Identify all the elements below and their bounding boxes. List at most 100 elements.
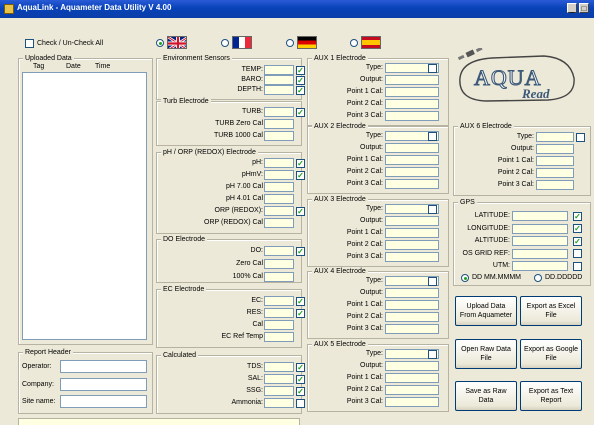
ph-electrode-ph-checkbox[interactable]: ✓ bbox=[296, 158, 305, 168]
gps-longitude-field[interactable] bbox=[512, 223, 568, 234]
turb-electrode-turb-1000-cal-field[interactable] bbox=[264, 131, 294, 141]
ph-electrode-phmv-checkbox[interactable]: ✓ bbox=[296, 170, 305, 180]
aux5-electrode-point-1-cal-field[interactable] bbox=[385, 373, 439, 383]
aux6-electrode-point-2-cal-field[interactable] bbox=[536, 168, 574, 178]
aux1-electrode-type-checkbox[interactable] bbox=[428, 63, 437, 73]
calculated-ammonia-field[interactable] bbox=[264, 398, 294, 408]
save-raw-data-button[interactable]: Save as Raw Data bbox=[455, 381, 517, 411]
minimize-button[interactable]: _ bbox=[567, 3, 577, 13]
do-electrode-do-label: DO: bbox=[250, 247, 263, 254]
ec-electrode-ec-ref-temp-field[interactable] bbox=[264, 332, 294, 342]
aux1-electrode-point-1-cal-field[interactable] bbox=[385, 87, 439, 97]
environment-sensors-temp-field[interactable] bbox=[264, 65, 294, 75]
aux3-electrode-point-1-cal-field[interactable] bbox=[385, 228, 439, 238]
upload-data-button[interactable]: Upload Data From Aquameter bbox=[455, 296, 517, 326]
gps-format-dmm-radio[interactable] bbox=[461, 274, 469, 282]
aux2-electrode-type-checkbox[interactable] bbox=[428, 131, 437, 141]
aux6-electrode-point-1-cal-field[interactable] bbox=[536, 156, 574, 166]
aux4-electrode-title: AUX 4 Electrode bbox=[312, 267, 368, 276]
aux5-electrode-output-field[interactable] bbox=[385, 361, 439, 371]
germany-language-radio[interactable] bbox=[286, 39, 294, 47]
calculated-sal-field[interactable] bbox=[264, 374, 294, 384]
gps-utm-checkbox[interactable] bbox=[573, 261, 582, 271]
uk-language-radio[interactable] bbox=[156, 39, 164, 47]
environment-sensors-temp-checkbox[interactable]: ✓ bbox=[296, 65, 305, 75]
do-electrode-do-field[interactable] bbox=[264, 246, 294, 256]
turb-electrode-turb-field[interactable] bbox=[264, 107, 294, 117]
uploaded-data-list[interactable] bbox=[22, 72, 147, 340]
ph-electrode-ph-4-01-cal-field[interactable] bbox=[264, 194, 294, 204]
environment-sensors-depth-checkbox[interactable]: ✓ bbox=[296, 85, 305, 95]
do-electrode-zero-cal-field[interactable] bbox=[264, 259, 294, 269]
gps-utm-field[interactable] bbox=[512, 261, 568, 271]
aux6-electrode-type-field[interactable] bbox=[536, 132, 574, 142]
ph-electrode-ph-field[interactable] bbox=[264, 158, 294, 168]
aux3-electrode-output-field[interactable] bbox=[385, 216, 439, 226]
environment-sensors-baro-checkbox[interactable]: ✓ bbox=[296, 75, 305, 85]
ec-electrode-res-field[interactable] bbox=[264, 308, 294, 318]
calculated-ammonia-checkbox[interactable] bbox=[296, 398, 305, 408]
gps-os-grid-ref-field[interactable] bbox=[512, 248, 568, 259]
aux2-electrode-point-3-cal-field[interactable] bbox=[385, 179, 439, 189]
ph-electrode-orp-redox-field[interactable] bbox=[264, 206, 294, 216]
ec-electrode-cal-field[interactable] bbox=[264, 320, 294, 330]
ph-electrode-ph-7-00-cal-field[interactable] bbox=[264, 182, 294, 192]
aux6-electrode-output-field[interactable] bbox=[536, 144, 574, 154]
export-google-button[interactable]: Export as Google File bbox=[520, 339, 582, 369]
do-electrode-100-cal-field[interactable] bbox=[264, 272, 294, 282]
ec-electrode-ec-field[interactable] bbox=[264, 296, 294, 306]
aux1-electrode-output-field[interactable] bbox=[385, 75, 439, 85]
environment-sensors-depth-field[interactable] bbox=[264, 85, 294, 95]
gps-os-grid-ref-checkbox[interactable] bbox=[573, 249, 582, 258]
ph-electrode-orp-redox-cal-field[interactable] bbox=[264, 218, 294, 228]
aux6-electrode-type-checkbox[interactable] bbox=[576, 132, 585, 142]
aux1-electrode-point-2-cal-field[interactable] bbox=[385, 99, 439, 109]
site-name-input[interactable] bbox=[60, 395, 147, 408]
calculated-tds-checkbox[interactable]: ✓ bbox=[296, 362, 305, 372]
export-text-button[interactable]: Export as Text Report bbox=[520, 381, 582, 411]
aux5-electrode-type-checkbox[interactable] bbox=[428, 349, 437, 359]
gps-latitude-field[interactable] bbox=[512, 211, 568, 221]
company-input[interactable] bbox=[60, 378, 147, 391]
aux2-electrode-output-field[interactable] bbox=[385, 143, 439, 153]
ph-electrode-phmv-field[interactable] bbox=[264, 170, 294, 180]
ec-electrode-res-checkbox[interactable]: ✓ bbox=[296, 308, 305, 318]
france-language-radio[interactable] bbox=[221, 39, 229, 47]
calculated-ssg-field[interactable] bbox=[264, 386, 294, 396]
aux5-electrode-point-3-cal-field[interactable] bbox=[385, 397, 439, 407]
aux4-electrode-point-2-cal-field[interactable] bbox=[385, 312, 439, 322]
spain-language-radio[interactable] bbox=[350, 39, 358, 47]
calculated-tds-field[interactable] bbox=[264, 362, 294, 372]
export-excel-button[interactable]: Export as Excel File bbox=[520, 296, 582, 326]
aux4-electrode-point-3-cal-field[interactable] bbox=[385, 324, 439, 334]
environment-sensors-baro-field[interactable] bbox=[264, 75, 294, 85]
aux4-electrode-type-checkbox[interactable] bbox=[428, 276, 437, 286]
gps-longitude-checkbox[interactable]: ✓ bbox=[573, 224, 582, 233]
aux4-electrode-point-1-cal-field[interactable] bbox=[385, 300, 439, 310]
turb-electrode-turb-zero-cal-field[interactable] bbox=[264, 119, 294, 129]
gps-altitude-checkbox[interactable]: ✓ bbox=[573, 236, 582, 246]
aux3-electrode-point-3-cal-field[interactable] bbox=[385, 252, 439, 262]
aux3-electrode-type-checkbox[interactable] bbox=[428, 204, 437, 214]
gps-latitude-checkbox[interactable]: ✓ bbox=[573, 211, 582, 221]
aux5-electrode-point-2-cal-field[interactable] bbox=[385, 385, 439, 395]
aux3-electrode-point-2-cal-field[interactable] bbox=[385, 240, 439, 250]
aux2-electrode-point-2-cal-field[interactable] bbox=[385, 167, 439, 177]
calculated-sal-checkbox[interactable]: ✓ bbox=[296, 374, 305, 384]
calculated-ssg-checkbox[interactable]: ✓ bbox=[296, 386, 305, 396]
aux4-electrode-output-field[interactable] bbox=[385, 288, 439, 298]
check-all-checkbox[interactable] bbox=[25, 39, 34, 48]
aux1-electrode-point-3-cal-field[interactable] bbox=[385, 111, 439, 121]
turb-electrode-turb-checkbox[interactable]: ✓ bbox=[296, 107, 305, 117]
open-raw-data-button[interactable]: Open Raw Data File bbox=[455, 339, 517, 369]
gps-format-dmm-label: DD MM.MMMM bbox=[472, 274, 521, 281]
aux2-electrode-point-1-cal-field[interactable] bbox=[385, 155, 439, 165]
ec-electrode-ec-checkbox[interactable]: ✓ bbox=[296, 296, 305, 306]
aux6-electrode-point-3-cal-field[interactable] bbox=[536, 180, 574, 190]
maximize-button[interactable]: □ bbox=[579, 3, 589, 13]
operator-input[interactable] bbox=[60, 360, 147, 373]
gps-format-dd-radio[interactable] bbox=[534, 274, 542, 282]
do-electrode-do-checkbox[interactable]: ✓ bbox=[296, 246, 305, 256]
ph-electrode-orp-redox-checkbox[interactable]: ✓ bbox=[296, 206, 305, 216]
gps-altitude-field[interactable] bbox=[512, 236, 568, 246]
